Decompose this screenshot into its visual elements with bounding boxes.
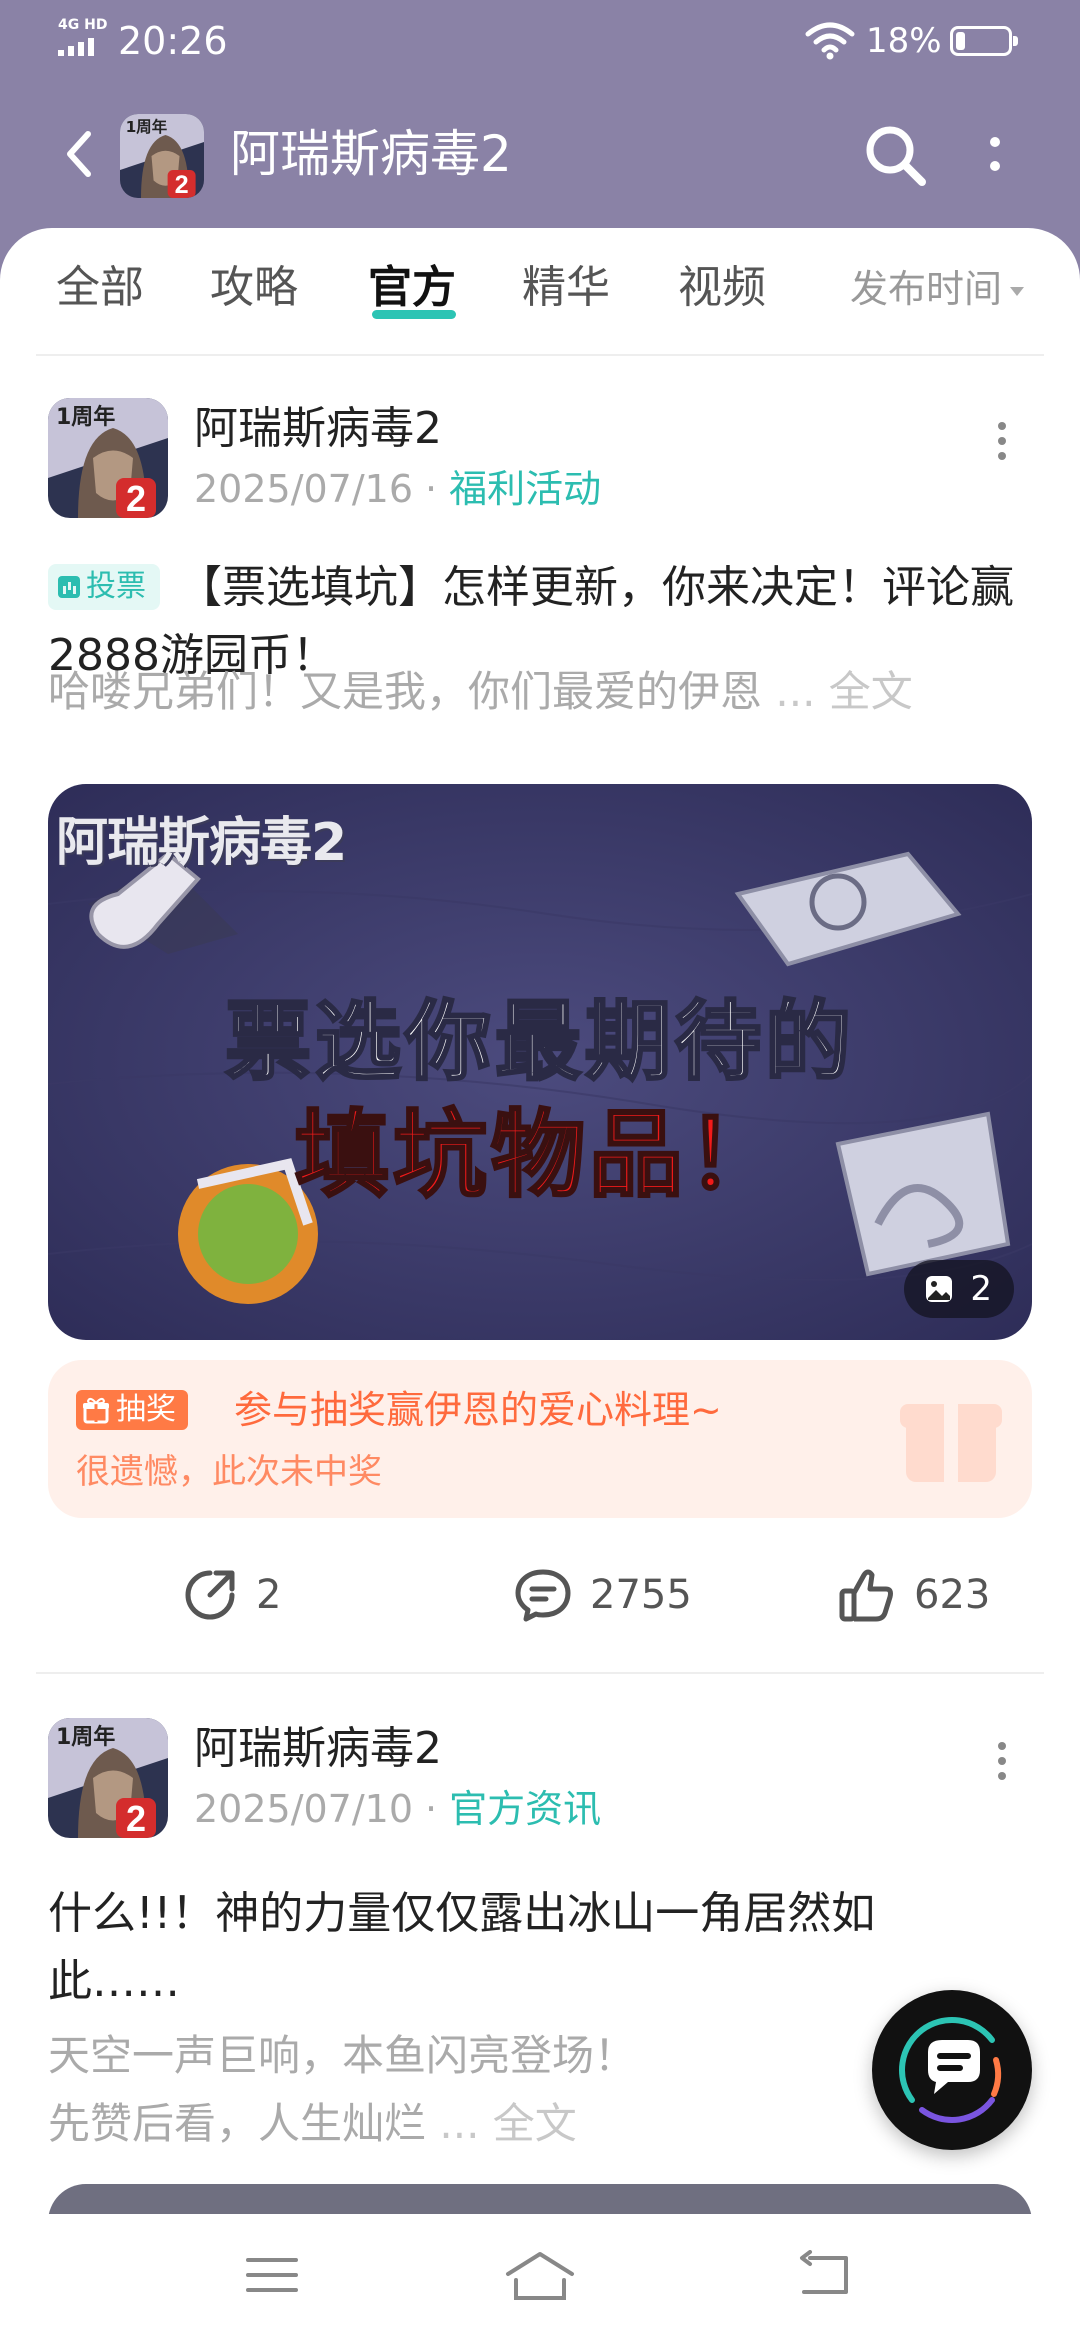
home-icon[interactable] <box>504 2250 576 2304</box>
meta-separator: · <box>425 1787 438 1831</box>
chat-bubble-icon <box>899 2017 1001 2123</box>
like-count: 623 <box>914 1572 991 1618</box>
app-header: 2 1周年 阿瑞斯病毒2 <box>0 80 1080 230</box>
share-icon <box>185 1570 235 1620</box>
post-author-name[interactable]: 阿瑞斯病毒2 <box>194 1720 442 1778</box>
divider <box>36 354 1044 356</box>
back-icon[interactable] <box>58 124 98 184</box>
share-count: 2 <box>256 1572 282 1618</box>
icon-ribbon: 1周年 <box>126 117 168 136</box>
page-title: 阿瑞斯病毒2 <box>230 125 512 183</box>
like-button[interactable]: 623 <box>838 1560 990 1630</box>
post-date: 2025/07/16 <box>194 467 414 511</box>
read-more-link[interactable]: ... 全文 <box>439 2099 576 2148</box>
icon-badge: 2 <box>126 478 146 518</box>
vote-tag: 投票 <box>48 564 160 610</box>
tab-all[interactable]: 全部 <box>56 258 144 318</box>
icon-badge: 2 <box>126 1798 146 1838</box>
content-sheet: 全部 攻略 官方 精华 视频 发布时间 2 1周年 阿瑞斯病毒2 2025/07… <box>0 228 1080 2228</box>
post-snippet[interactable]: 哈喽兄弟们！又是我，你们最爱的伊恩 ... 全文 <box>48 658 1048 726</box>
tab-videos[interactable]: 视频 <box>678 258 766 318</box>
sort-label: 发布时间 <box>850 267 1003 311</box>
post-divider <box>36 1672 1044 1674</box>
post-image[interactable]: 阿瑞斯病毒2 票选你最期待的 填坑物品！ 2 <box>48 784 1032 1340</box>
search-icon[interactable] <box>862 122 928 188</box>
snippet-text: 哈喽兄弟们！又是我，你们最爱的伊恩 <box>48 667 763 716</box>
signal-icon <box>58 36 94 56</box>
icon-ribbon: 1周年 <box>56 1724 115 1750</box>
clock: 20:26 <box>118 19 228 63</box>
chat-fab[interactable] <box>872 1990 1032 2150</box>
banner-headline-2: 填坑物品！ <box>293 1100 785 1211</box>
lottery-status: 很遗憾，此次未中奖 <box>76 1452 382 1492</box>
network-type: 4G HD <box>58 17 108 33</box>
thumbs-up-icon <box>839 1569 893 1622</box>
battery-icon <box>950 26 1018 56</box>
status-bar: 4G HD 20:26 18% <box>0 0 1080 80</box>
caret-down-icon <box>1010 287 1025 296</box>
post-author-name[interactable]: 阿瑞斯病毒2 <box>194 400 442 458</box>
lottery-title: 参与抽奖赢伊恩的爱心料理~ <box>234 1388 722 1432</box>
comment-button[interactable]: 2755 <box>514 1560 692 1630</box>
comment-count: 2755 <box>590 1572 692 1618</box>
post-category[interactable]: 官方资讯 <box>449 1787 601 1831</box>
more-options-icon[interactable] <box>980 126 1010 186</box>
banner-game-logo: 阿瑞斯病毒2 <box>56 813 347 873</box>
read-more-link[interactable]: ... 全文 <box>775 667 912 716</box>
post-category[interactable]: 福利活动 <box>449 467 601 511</box>
back-nav-icon[interactable] <box>796 2250 852 2300</box>
post-title[interactable]: 什么!!！神的力量仅仅露出冰山一角居然如此…… <box>48 1880 948 2016</box>
lottery-tag: 抽奖 <box>76 1390 188 1430</box>
active-tab-indicator <box>372 310 456 319</box>
tab-guides[interactable]: 攻略 <box>210 258 298 318</box>
tab-featured[interactable]: 精华 <box>522 258 610 318</box>
lottery-card[interactable]: 抽奖 参与抽奖赢伊恩的爱心料理~ 很遗憾，此次未中奖 <box>48 1360 1032 1518</box>
post-date: 2025/07/10 <box>194 1787 414 1831</box>
gallery-icon <box>926 1276 953 1302</box>
menu-icon[interactable] <box>244 2250 300 2300</box>
lottery-tag-label: 抽奖 <box>116 1392 176 1427</box>
game-avatar[interactable]: 2 1周年 <box>120 114 204 198</box>
comment-icon <box>515 1569 571 1622</box>
post-author-avatar[interactable]: 2 1周年 <box>48 1718 168 1838</box>
share-button[interactable]: 2 <box>182 1560 281 1630</box>
post-more-icon[interactable] <box>996 422 1008 462</box>
image-count-badge[interactable]: 2 <box>904 1260 1014 1318</box>
post-more-icon[interactable] <box>996 1742 1008 1782</box>
gift-icon <box>83 1397 109 1424</box>
category-tabs: 全部 攻略 官方 精华 视频 发布时间 <box>0 228 1080 356</box>
banner-headline-1: 票选你最期待的 <box>224 991 855 1094</box>
meta-separator: · <box>425 467 438 511</box>
icon-ribbon: 1周年 <box>56 404 115 430</box>
battery-percent: 18% <box>866 21 942 61</box>
system-nav-bar <box>0 2214 1080 2340</box>
wifi-icon <box>805 22 855 60</box>
vote-tag-label: 投票 <box>86 569 146 604</box>
battery-level-fill <box>956 32 965 50</box>
tab-official[interactable]: 官方 <box>368 258 456 318</box>
snippet-text: 先赞后看，人生灿烂 <box>48 2099 427 2148</box>
image-count: 2 <box>970 1269 992 1309</box>
sort-dropdown[interactable]: 发布时间 <box>850 264 1025 314</box>
post-author-avatar[interactable]: 2 1周年 <box>48 398 168 518</box>
icon-badge: 2 <box>175 171 189 198</box>
gift-watermark-icon <box>900 1404 1002 1482</box>
poll-icon <box>58 576 80 598</box>
post-meta: 2025/07/16 · 福利活动 <box>194 464 601 514</box>
post-meta: 2025/07/10 · 官方资讯 <box>194 1784 601 1834</box>
